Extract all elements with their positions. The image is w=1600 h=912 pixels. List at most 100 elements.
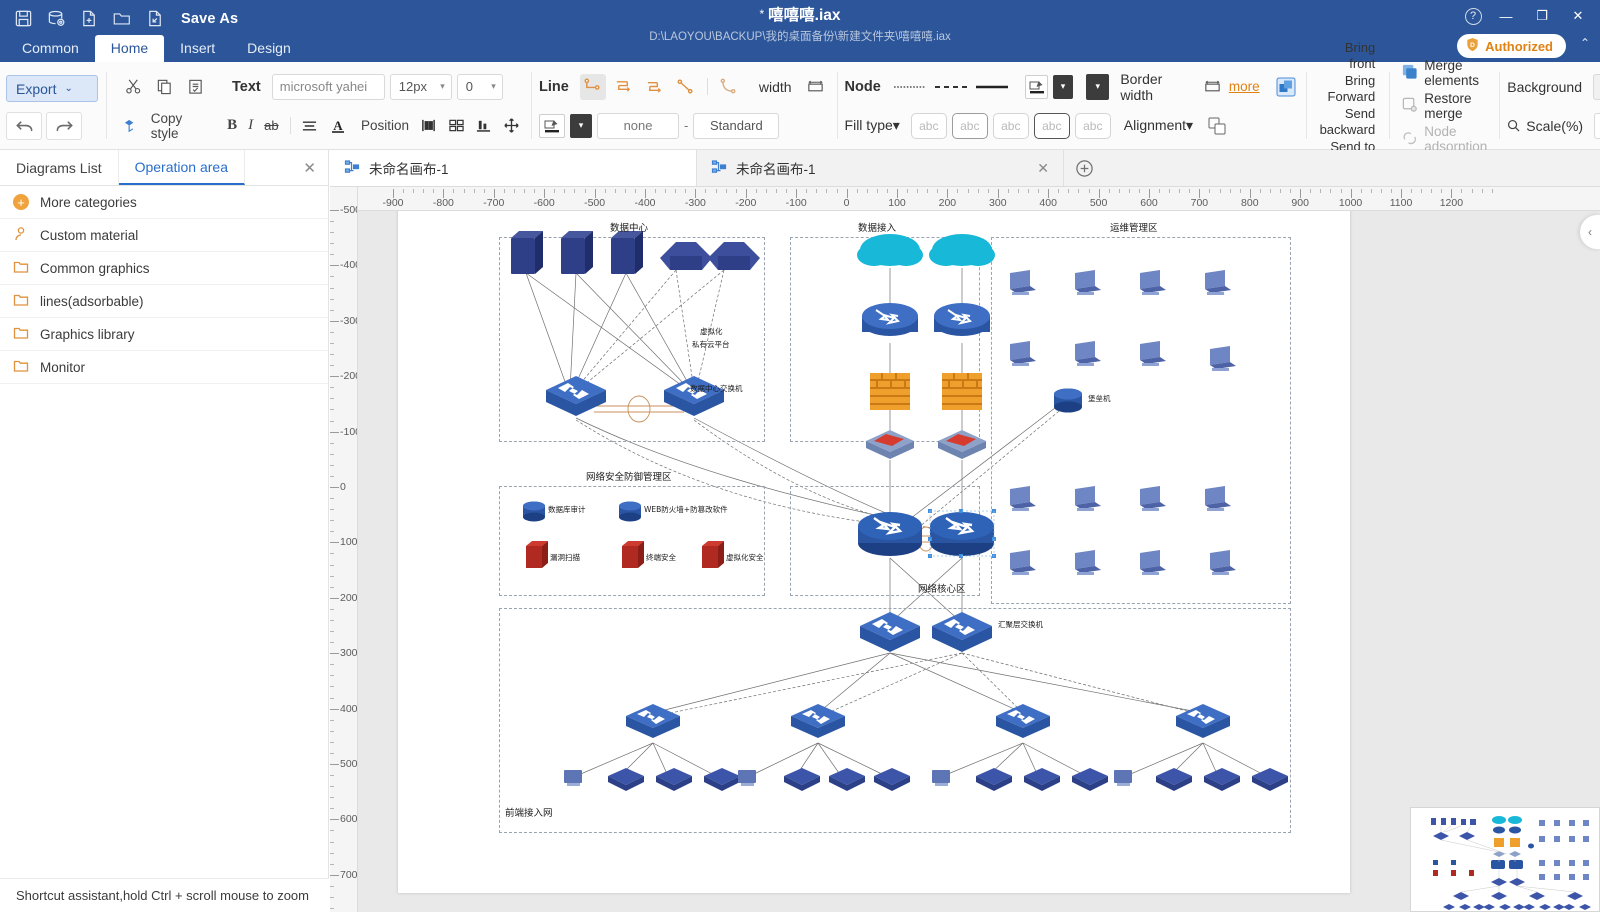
save-icon[interactable] xyxy=(8,6,38,32)
ruler-minor-tick xyxy=(330,520,334,522)
ribbon-collapse-icon[interactable]: ⌃ xyxy=(1580,36,1590,50)
align-vertical-icon[interactable] xyxy=(417,113,440,139)
restore-merge-button[interactable]: Restore merge xyxy=(1401,91,1487,121)
node-fill-color-dropdown[interactable]: ▾ xyxy=(1086,73,1110,100)
horizontal-ruler[interactable]: -900 -800 -700 -600 -500 -400 -300 -200 -100 0 100… xyxy=(330,187,1600,211)
ruler-minor-tick xyxy=(564,189,566,193)
line-spacing-select[interactable]: 0 ▾ xyxy=(456,73,503,100)
copy-style-icon[interactable] xyxy=(120,113,143,139)
group-behind-icon[interactable] xyxy=(1204,113,1230,139)
node-dashed-icon[interactable] xyxy=(933,74,969,100)
bold-button[interactable]: B xyxy=(224,117,240,134)
node-solid-icon[interactable] xyxy=(974,74,1010,100)
open-folder-icon[interactable] xyxy=(107,6,137,32)
distribute-icon[interactable] xyxy=(445,113,468,139)
font-size-select[interactable]: 12px ▾ xyxy=(389,73,452,100)
bring-front-button[interactable]: Bring front xyxy=(1320,40,1375,72)
strikethrough-button[interactable]: ab xyxy=(261,118,281,133)
fill-chip-2[interactable]: abc xyxy=(992,112,1029,139)
border-width-icon[interactable] xyxy=(1201,74,1224,100)
line-straight-icon[interactable] xyxy=(673,74,699,100)
ruler-minor-tick xyxy=(503,189,505,193)
ruler-minor-tick xyxy=(1390,189,1392,193)
export-button[interactable]: Export ⌄ xyxy=(6,75,98,102)
fill-chip-1[interactable]: abc xyxy=(951,112,988,139)
node-adsorption-button[interactable]: Node adsorption xyxy=(1401,124,1487,154)
sidebar-item-monitor[interactable]: Monitor xyxy=(0,351,328,384)
help-icon[interactable]: ? xyxy=(1458,2,1488,30)
fill-type-label[interactable]: Fill type▾ xyxy=(845,117,900,134)
border-width-label: Border width xyxy=(1120,70,1163,103)
merge-elements-button[interactable]: Merge elements xyxy=(1401,58,1487,88)
ruler-minor-tick xyxy=(330,509,334,511)
redo-button[interactable] xyxy=(46,111,82,140)
fill-chip-0[interactable]: abc xyxy=(910,112,947,139)
document-tab-0[interactable]: 未命名画布-1 xyxy=(330,150,697,186)
minimize-button[interactable]: — xyxy=(1488,2,1524,30)
sidebar-item-lines-adsorbable[interactable]: lines(adsorbable) xyxy=(0,285,328,318)
canvas-minimap[interactable] xyxy=(1410,807,1600,912)
alignment-label[interactable]: Alignment▾ xyxy=(1124,117,1193,134)
canvas-page[interactable]: 数据中心 数据接入 运维管理区 网络安全防御管理区 网络核心区 前端接入网 虚拟… xyxy=(398,211,1350,893)
line-zigzag2-icon[interactable] xyxy=(642,74,668,100)
authorized-badge[interactable]: D Authorized xyxy=(1457,34,1566,58)
node-dotted-icon[interactable] xyxy=(892,74,928,100)
sidebar-item-more-categories[interactable]: + More categories xyxy=(0,186,328,219)
node-border-color-dropdown[interactable]: ▾ xyxy=(1053,74,1073,99)
fill-chip-4[interactable]: abc xyxy=(1074,112,1111,139)
sidebar-item-custom-material[interactable]: Custom material xyxy=(0,219,328,252)
line-zigzag-icon[interactable] xyxy=(611,74,637,100)
tab-operation-area[interactable]: Operation area xyxy=(118,150,245,185)
new-file-icon[interactable] xyxy=(74,6,104,32)
sidebar-item-graphics-library[interactable]: Graphics library xyxy=(0,318,328,351)
node-border-color-button[interactable] xyxy=(1025,74,1049,99)
ruler-minor-tick xyxy=(1269,189,1271,193)
vertical-ruler[interactable]: -500 -400 -300 -200 -100 0 100 200 300 400 500 600 7… xyxy=(330,187,358,912)
ribbon-tab-common[interactable]: Common xyxy=(6,35,95,62)
ruler-minor-tick xyxy=(1007,189,1009,193)
italic-button[interactable]: I xyxy=(245,117,256,134)
line-color-dropdown[interactable]: ▾ xyxy=(570,113,593,138)
undo-button[interactable] xyxy=(6,111,42,140)
line-end-select[interactable]: Standard xyxy=(693,112,780,139)
copy-icon[interactable] xyxy=(151,74,177,100)
ruler-minor-tick xyxy=(1431,189,1433,193)
ribbon-tab-home[interactable]: Home xyxy=(94,35,165,62)
scale-input[interactable]: 49.86247 xyxy=(1594,112,1600,139)
fill-chip-3[interactable]: abc xyxy=(1033,112,1070,139)
line-start-select[interactable]: none xyxy=(597,112,680,139)
maximize-button[interactable]: ❐ xyxy=(1524,2,1560,30)
text-align-icon[interactable] xyxy=(299,113,322,139)
import-icon[interactable] xyxy=(140,6,170,32)
line-color-button[interactable] xyxy=(539,113,566,138)
ribbon-tab-design[interactable]: Design xyxy=(231,35,307,62)
move-icon[interactable] xyxy=(500,113,523,139)
paste-icon[interactable] xyxy=(182,74,208,100)
send-backward-button[interactable]: Send backward xyxy=(1320,106,1376,138)
sidebar-item-common-graphics[interactable]: Common graphics xyxy=(0,252,328,285)
align-bottom-icon[interactable] xyxy=(473,113,496,139)
more-link[interactable]: more xyxy=(1229,79,1260,94)
close-button[interactable]: ✕ xyxy=(1560,2,1596,30)
tab-diagrams-list[interactable]: Diagrams List xyxy=(0,150,119,185)
document-tab-1[interactable]: 未命名画布-1 ✕ xyxy=(697,150,1064,186)
ruler-label: -300 xyxy=(340,314,357,327)
line-curve-icon[interactable] xyxy=(716,74,742,100)
ribbon-tab-insert[interactable]: Insert xyxy=(164,35,231,62)
cut-icon[interactable] xyxy=(120,74,146,100)
group-front-icon[interactable] xyxy=(1275,74,1298,100)
line-orthogonal-icon[interactable] xyxy=(579,73,606,100)
save-as-button[interactable]: Save As xyxy=(181,11,238,27)
background-color-dropdown[interactable]: ▾ xyxy=(1592,73,1600,100)
line-width-icon[interactable] xyxy=(803,74,829,100)
font-color-icon[interactable]: A xyxy=(326,113,349,139)
document-tab-close-icon[interactable]: ✕ xyxy=(1037,160,1049,177)
font-family-input[interactable]: microsoft yahei xyxy=(271,73,385,100)
new-tab-button[interactable] xyxy=(1064,150,1104,186)
ruler-minor-tick xyxy=(1209,189,1211,193)
database-save-icon[interactable] xyxy=(41,6,71,32)
close-icon[interactable]: ✕ xyxy=(303,159,316,177)
copy-style-button[interactable]: Copy style xyxy=(148,111,209,141)
bring-forward-button[interactable]: Bring Forward xyxy=(1320,73,1376,105)
magnet-icon xyxy=(1401,129,1418,149)
